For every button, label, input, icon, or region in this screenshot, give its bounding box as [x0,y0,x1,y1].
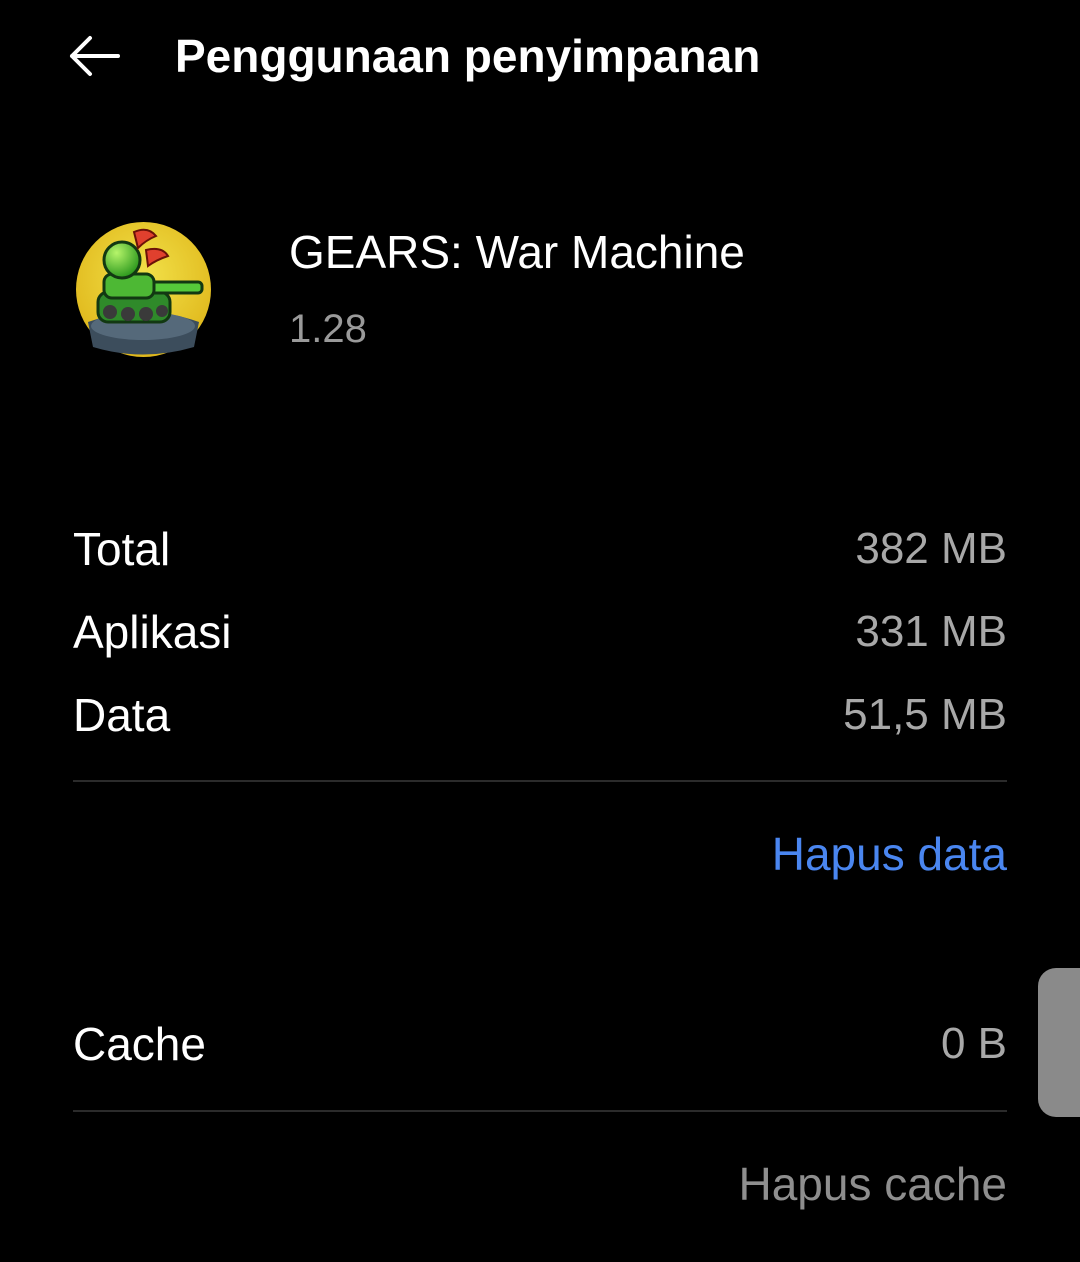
divider [73,780,1007,782]
app-version: 1.28 [289,307,367,351]
scroll-handle[interactable] [1038,968,1080,1117]
divider [73,1110,1007,1112]
game-tank-icon [76,222,211,357]
row-value: 382 MB [855,524,1007,573]
clear-data-button[interactable]: Hapus data [772,824,1007,884]
row-value: 51,5 MB [843,690,1007,739]
row-value: 331 MB [855,607,1007,656]
row-label: Total [73,523,171,575]
cache-row: Cache 0 B [73,1014,1007,1074]
back-arrow-icon [70,36,120,76]
top-app-bar: Penggunaan penyimpanan [0,0,1080,115]
storage-row-app: Aplikasi 331 MB [73,602,1007,662]
row-label: Data [73,689,171,741]
cache-label: Cache [73,1018,206,1070]
clear-cache-button[interactable]: Hapus cache [739,1154,1008,1214]
page-title: Penggunaan penyimpanan [175,30,761,82]
back-button[interactable] [56,22,132,90]
row-label: Aplikasi [73,606,232,658]
storage-row-data: Data 51,5 MB [73,685,1007,745]
app-name: GEARS: War Machine [289,226,745,278]
cache-value: 0 B [940,1019,1007,1068]
storage-row-total: Total 382 MB [73,519,1007,579]
